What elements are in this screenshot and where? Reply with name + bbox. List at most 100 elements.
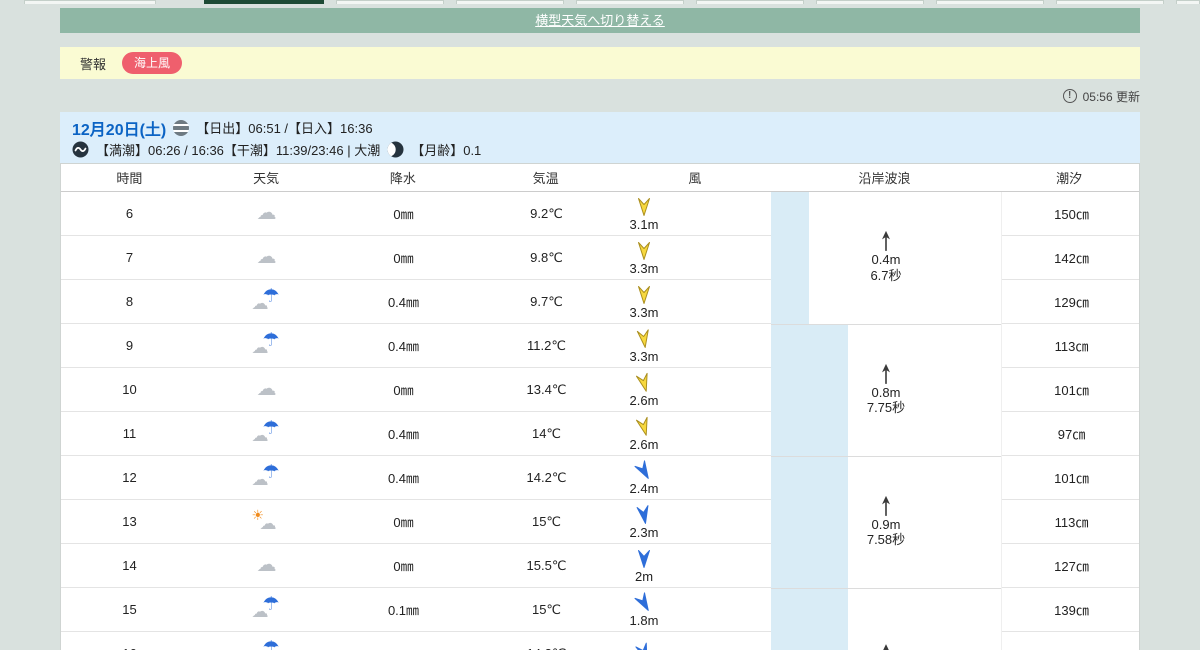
cloud-icon: ☁: [251, 202, 283, 226]
wave-group: 0.8m7.75秒: [771, 324, 1001, 456]
wind-value: 3.3m: [630, 350, 659, 363]
warning-bar: 警報 海上風: [60, 47, 1140, 79]
wind-cell: 2.6m: [621, 412, 771, 455]
top-tab[interactable]: [936, 0, 1044, 4]
temp-cell: 15℃: [472, 500, 621, 543]
temp-cell: 15.5℃: [472, 544, 621, 587]
table-row: 12☁☂0.4㎜14.2℃2.4m: [61, 456, 771, 500]
top-tab[interactable]: [1056, 0, 1164, 4]
table-row: 8☁☂0.4㎜9.7℃3.3m: [61, 280, 771, 324]
rain-icon: ☁☂: [251, 598, 283, 622]
wave-group: 0.9m7.58秒: [771, 456, 1001, 588]
tide-cell: 127㎝: [1002, 544, 1140, 588]
wind-value: 3.3m: [630, 262, 659, 275]
top-tab[interactable]: [696, 0, 804, 4]
col-header-precip: 降水: [335, 164, 472, 191]
col-header-time: 時間: [61, 164, 198, 191]
temp-cell: 15℃: [472, 588, 621, 631]
wind-direction-arrow-icon: [636, 285, 652, 305]
date-header: 12月20日(土) 【日出】06:51 /【日入】16:36 【満潮】06:26…: [60, 112, 1140, 163]
sunrise-sunset-text: 【日出】06:51 /【日入】16:36: [196, 118, 372, 137]
wave-group: [771, 588, 1001, 650]
temp-cell: 9.2℃: [472, 192, 621, 235]
wind-value: 2.6m: [630, 394, 659, 407]
wind-value: 3.1m: [630, 218, 659, 231]
wind-cell: 1.8m: [621, 588, 771, 631]
table-row: 13☀☁0㎜15℃2.3m: [61, 500, 771, 544]
update-time-text: 05:56 更新: [1083, 88, 1140, 105]
time-cell: 11: [61, 412, 198, 455]
info-icon[interactable]: !: [1063, 89, 1077, 103]
precip-cell: 0㎜: [335, 368, 472, 411]
weather-cell: ☁☂: [198, 588, 335, 631]
cloud-icon: ☁: [251, 554, 283, 578]
wave-period-value: 6.7秒: [870, 267, 901, 283]
weather-cell: ☁☂: [198, 632, 335, 650]
time-cell: 8: [61, 280, 198, 323]
date-header-line1: 12月20日(土) 【日出】06:51 /【日入】16:36: [72, 118, 1140, 137]
partly-sunny-icon: ☀☁: [251, 510, 283, 534]
wave-height-value: 0.8m: [872, 384, 901, 400]
switch-to-horizontal-link[interactable]: 横型天気へ切り替える: [535, 13, 665, 28]
wind-stack: 2.6m: [621, 373, 667, 407]
wind-direction-arrow-icon: [634, 415, 655, 438]
wind-direction-arrow-icon: [633, 641, 655, 650]
time-cell: 16: [61, 632, 198, 650]
wind-stack: 3.3m: [621, 285, 667, 319]
wind-cell: 2m: [621, 544, 771, 587]
rain-icon: ☁☂: [251, 466, 283, 490]
wind-value: 2.6m: [630, 438, 659, 451]
layout-switch-bar: 横型天気へ切り替える: [60, 8, 1140, 33]
table-row: 11☁☂0.4㎜14℃2.6m: [61, 412, 771, 456]
wave-group: 0.4m6.7秒: [771, 192, 1001, 324]
wind-stack: 1.8m: [621, 593, 667, 627]
col-header-weather: 天気: [198, 164, 335, 191]
table-row: 10☁0㎜13.4℃2.6m: [61, 368, 771, 412]
wave-info: 0.9m7.58秒: [771, 495, 1001, 547]
time-cell: 6: [61, 192, 198, 235]
table-row: 14☁0㎜15.5℃2m: [61, 544, 771, 588]
wind-stack: 2m: [621, 549, 667, 583]
wind-value: 3.3m: [630, 306, 659, 319]
time-cell: 12: [61, 456, 198, 499]
moon-age-text: 【月齢】0.1: [411, 140, 481, 159]
umbrella-glyph: ☂: [262, 639, 279, 650]
time-cell: 13: [61, 500, 198, 543]
cloud-glyph: ☁: [257, 203, 277, 223]
precip-cell: 0.4㎜: [335, 280, 472, 323]
wave-direction-up-arrow-icon: [880, 231, 892, 252]
table-row: 16☁☂0.5㎜14.2℃: [61, 632, 771, 650]
top-tab[interactable]: [816, 0, 924, 4]
temp-cell: 11.2℃: [472, 324, 621, 367]
wind-stack: 3.3m: [621, 329, 667, 363]
top-tab[interactable]: [576, 0, 684, 4]
rain-icon: ☁☂: [251, 334, 283, 358]
wind-direction-arrow-icon: [634, 371, 655, 394]
sea-wind-warning-badge[interactable]: 海上風: [122, 52, 182, 74]
wind-stack: 3.3m: [621, 241, 667, 275]
top-tab[interactable]: [456, 0, 564, 4]
temp-cell: 9.8℃: [472, 236, 621, 279]
top-tab[interactable]: [24, 0, 156, 4]
precip-cell: 0.4㎜: [335, 412, 472, 455]
time-cell: 15: [61, 588, 198, 631]
top-tab[interactable]: [1176, 0, 1200, 4]
weather-cell: ☀☁: [198, 500, 335, 543]
wind-value: 1.8m: [630, 614, 659, 627]
top-tab[interactable]: [336, 0, 444, 4]
tide-column: 150㎝142㎝129㎝113㎝101㎝97㎝101㎝113㎝127㎝139㎝1…: [1001, 192, 1140, 650]
umbrella-glyph: ☂: [262, 331, 279, 350]
weather-cell: ☁: [198, 192, 335, 235]
tide-cell: 97㎝: [1002, 412, 1140, 456]
col-header-coastal-waves: 沿岸波浪: [770, 164, 1000, 191]
wind-value: 2m: [635, 570, 653, 583]
update-time-row: ! 05:56 更新: [60, 84, 1140, 108]
date-title: 12月20日(土): [72, 116, 166, 140]
wind-direction-arrow-icon: [634, 503, 653, 525]
tide-cell: 150㎝: [1002, 192, 1140, 236]
weather-cell: ☁☂: [198, 324, 335, 367]
wave-height-value: 0.9m: [872, 516, 901, 532]
cloud-icon: ☁: [251, 246, 283, 270]
top-tab-active[interactable]: [204, 0, 324, 4]
precip-cell: 0.4㎜: [335, 324, 472, 367]
